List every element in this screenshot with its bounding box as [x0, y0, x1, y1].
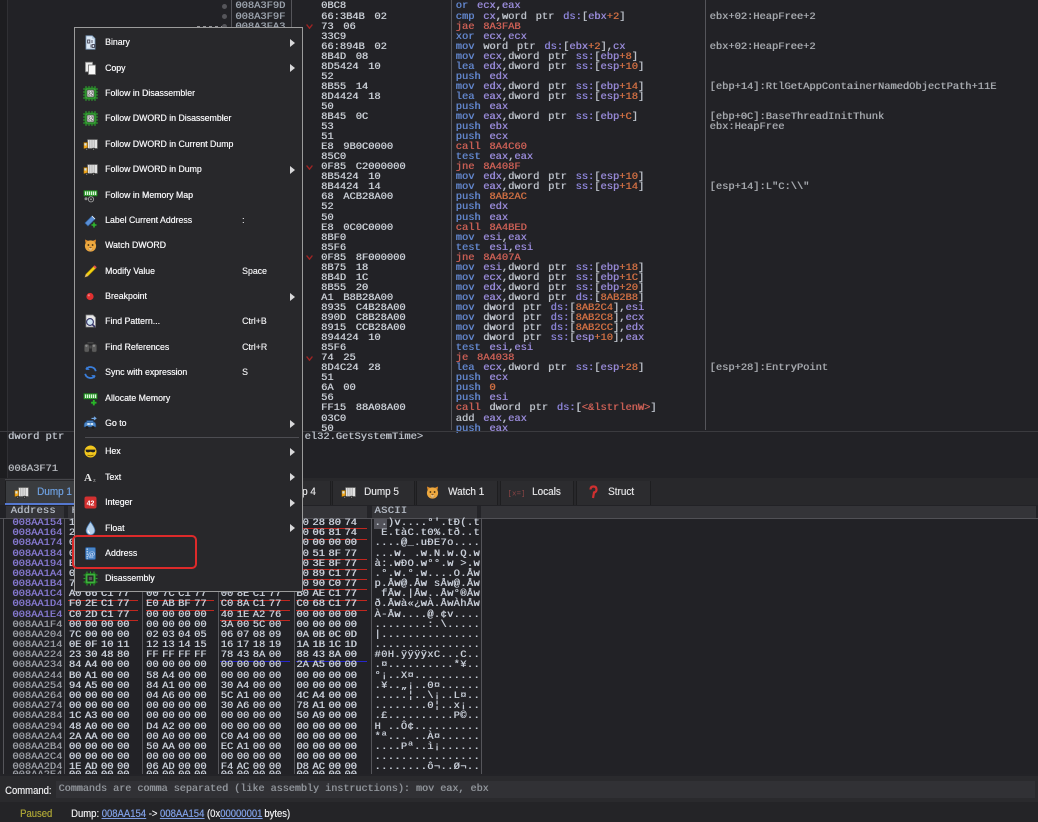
- svg-text:32: 32: [87, 117, 93, 123]
- svg-text:[x=]: [x=]: [509, 491, 524, 499]
- svg-text:42: 42: [86, 501, 94, 508]
- svg-text:A: A: [84, 472, 92, 484]
- svg-text:z: z: [93, 478, 96, 484]
- svg-text:32: 32: [87, 92, 93, 98]
